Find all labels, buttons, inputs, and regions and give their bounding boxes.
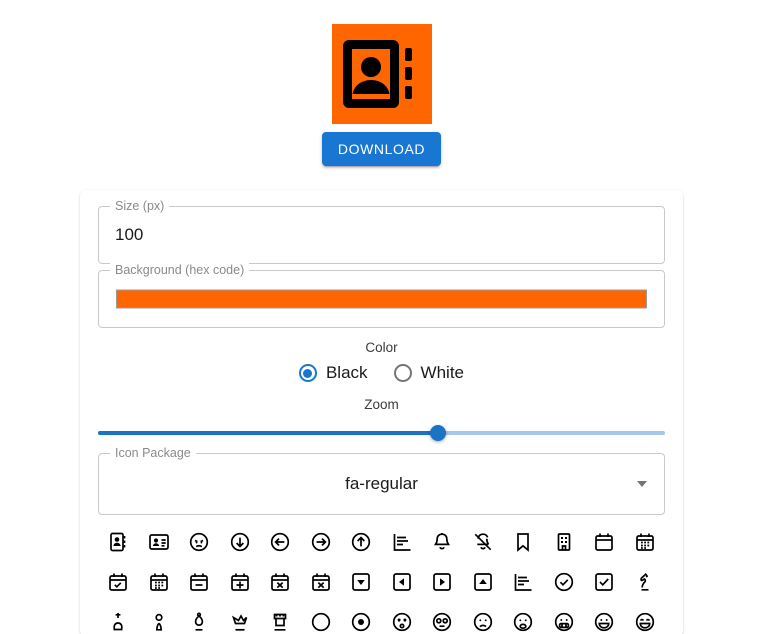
calendar-minus-icon[interactable] (179, 571, 220, 593)
face-frown-icon[interactable] (463, 611, 504, 633)
size-input[interactable]: 100 (115, 225, 143, 245)
circle-icon[interactable] (301, 611, 342, 633)
address-card-icon[interactable] (139, 531, 180, 553)
circle-up-icon[interactable] (341, 531, 382, 553)
address-book-icon[interactable] (98, 531, 139, 553)
background-field[interactable]: Background (hex code) (98, 263, 665, 328)
square-caret-up-icon[interactable] (463, 571, 504, 593)
calendar-times-icon[interactable] (301, 571, 342, 593)
chevron-down-icon[interactable] (637, 481, 647, 487)
face-frown-open-icon[interactable] (503, 611, 544, 633)
radio-white-circle[interactable] (393, 364, 412, 382)
chess-queen-icon[interactable] (220, 611, 261, 633)
circle-check-icon[interactable] (544, 571, 585, 593)
zoom-slider-thumb[interactable] (430, 425, 447, 441)
icon-preview (331, 24, 432, 124)
radio-option-white[interactable]: White (393, 363, 465, 383)
square-caret-left-icon[interactable] (382, 571, 423, 593)
size-field[interactable]: Size (px) 100 (98, 199, 665, 264)
square-caret-down-icon[interactable] (341, 571, 382, 593)
chess-knight-icon[interactable] (625, 571, 666, 593)
bookmark-icon[interactable] (503, 531, 544, 553)
icon-generator-page: DOWNLOAD Size (px) 100 Background (hex c… (0, 0, 763, 634)
preview-section: DOWNLOAD (0, 0, 763, 166)
calendar-icon[interactable] (584, 531, 625, 553)
radio-black-label: Black (325, 363, 368, 382)
circle-left-icon[interactable] (260, 531, 301, 553)
zoom-slider[interactable] (98, 423, 665, 443)
face-angry-icon[interactable] (179, 531, 220, 553)
zoom-slider-fill (98, 431, 439, 435)
calendar-days-icon[interactable] (625, 531, 666, 553)
background-field-label: Background (hex code) (110, 263, 250, 277)
square-check-icon[interactable] (584, 571, 625, 593)
face-dizzy-icon[interactable] (382, 611, 423, 633)
radio-black-circle[interactable] (298, 364, 317, 382)
radio-white-label: White (420, 363, 465, 382)
building-icon[interactable] (544, 531, 585, 553)
face-grin-icon[interactable] (584, 611, 625, 633)
chess-rook-icon[interactable] (260, 611, 301, 633)
color-group-label: Color (365, 340, 398, 355)
circle-down-icon[interactable] (220, 531, 261, 553)
zoom-slider-label: Zoom (364, 397, 399, 412)
chess-bishop-icon[interactable] (179, 611, 220, 633)
face-grimace-icon[interactable] (544, 611, 585, 633)
face-grin-beam-icon[interactable] (625, 611, 666, 633)
size-field-label: Size (px) (110, 199, 170, 213)
radio-option-black[interactable]: Black (298, 363, 368, 383)
background-color-input[interactable] (116, 289, 647, 309)
calendar-grid-icon[interactable] (139, 571, 180, 593)
circle-right-icon[interactable] (301, 531, 342, 553)
face-flushed-icon[interactable] (422, 611, 463, 633)
icon-package-select[interactable]: Icon Package fa-regular (98, 446, 665, 515)
calendar-plus-icon[interactable] (220, 571, 261, 593)
icon-package-value: fa-regular (345, 474, 418, 493)
square-caret-right-icon[interactable] (422, 571, 463, 593)
bell-slash-icon[interactable] (463, 531, 504, 553)
download-button[interactable]: DOWNLOAD (321, 132, 442, 166)
chess-pawn-icon[interactable] (139, 611, 180, 633)
color-radio-group: Black White (98, 363, 665, 383)
bell-icon[interactable] (422, 531, 463, 553)
chart-bar-icon[interactable] (382, 531, 423, 553)
chart-bar-alt-icon[interactable] (503, 571, 544, 593)
address-book-icon (331, 24, 432, 124)
icon-package-label: Icon Package (110, 446, 196, 460)
settings-card: Size (px) 100 Background (hex code) Colo… (80, 190, 683, 634)
calendar-check-icon[interactable] (98, 571, 139, 593)
icon-grid (98, 531, 665, 634)
chess-king-icon[interactable] (98, 611, 139, 633)
calendar-xmark-icon[interactable] (260, 571, 301, 593)
circle-dot-icon[interactable] (341, 611, 382, 633)
